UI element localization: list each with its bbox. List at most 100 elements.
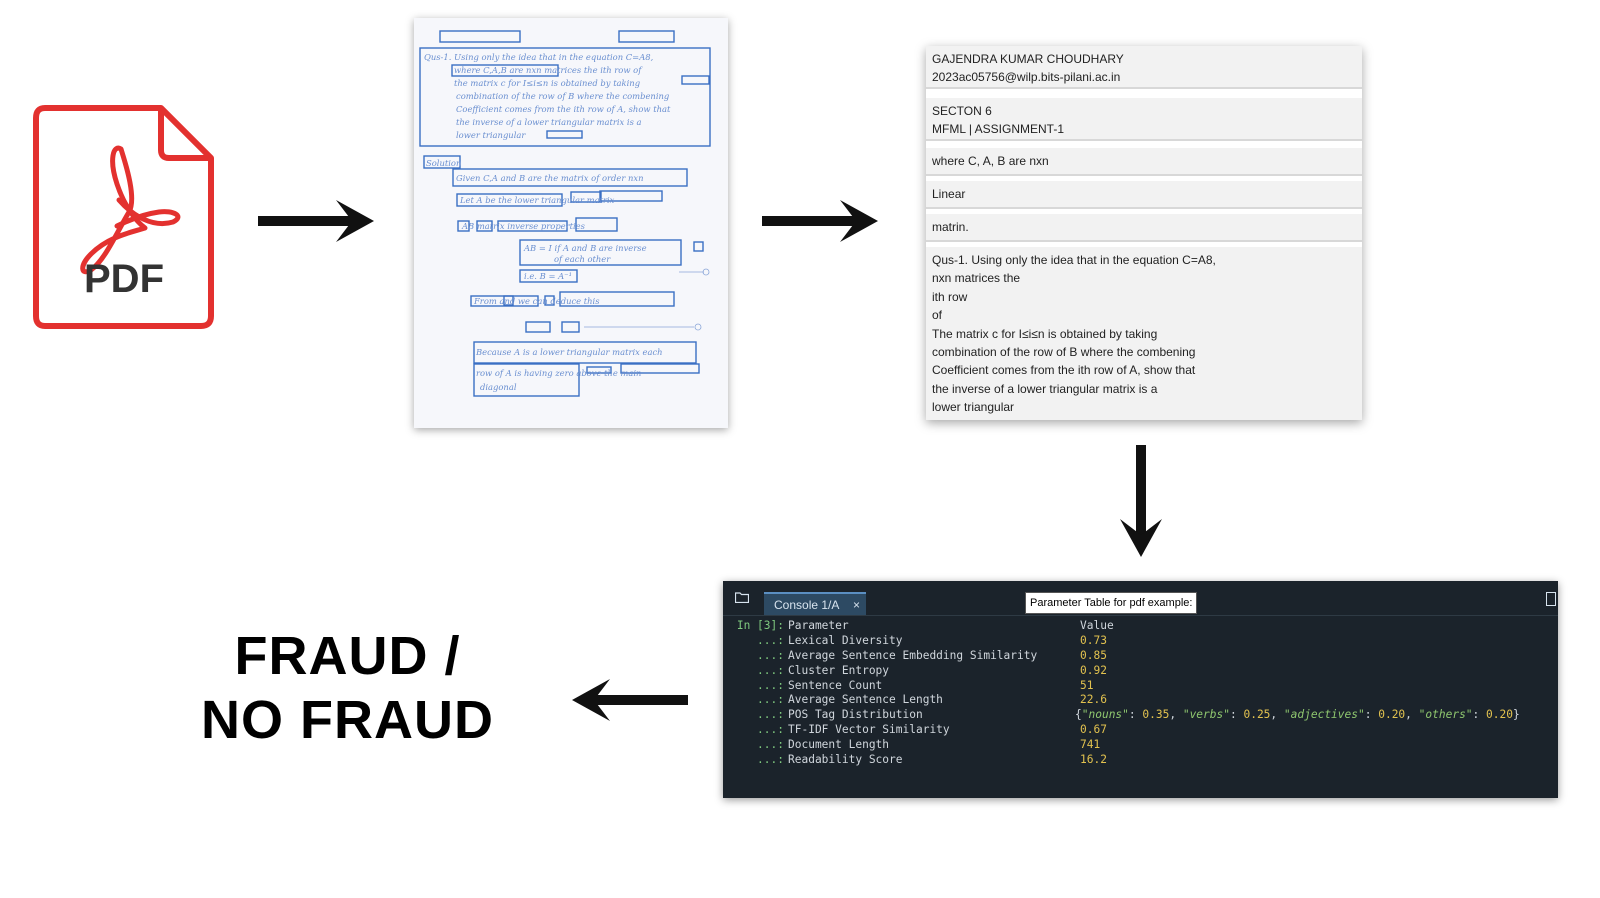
parameter-name: Cluster Entropy: [788, 663, 890, 677]
svg-text:lower triangular: lower triangular: [456, 130, 526, 140]
extracted-line: lower triangular: [932, 400, 1015, 415]
dict-value: 0.35: [1142, 708, 1170, 722]
fraud-verdict-label: FRAUD / NO FRAUD: [170, 624, 525, 752]
close-icon[interactable]: ×: [853, 594, 860, 617]
table-row: ...: Cluster Entropy 0.92: [728, 663, 1107, 679]
console-output: In [3]: Parameter Value ...: Lexical Div…: [728, 619, 1520, 768]
table-row: ...: TF-IDF Vector Similarity 0.67: [728, 723, 1107, 738]
table-row: ...: Sentence Count 51: [728, 678, 1093, 694]
parameter-name: Document Length: [788, 738, 890, 752]
extracted-block-fragment: Linear: [926, 181, 1362, 209]
dict-key: "adjectives": [1283, 708, 1365, 722]
continuation-prompt: ...:: [757, 678, 784, 692]
dict-key: "verbs": [1182, 708, 1230, 722]
extracted-line: nxn matrices the: [932, 271, 1021, 286]
dict-key: "nouns": [1081, 708, 1129, 722]
table-row: ...: Average Sentence Embedding Similari…: [728, 648, 1107, 664]
continuation-prompt: ...:: [757, 753, 784, 767]
console-panel: Console 1/A × Parameter Table for pdf ex…: [723, 581, 1558, 798]
parameter-value: 741: [1080, 738, 1101, 752]
svg-text:From and we can deduce thi: From and we can deduce this: [473, 296, 600, 306]
arrow-left: [572, 679, 688, 721]
arrow-right-2: [762, 200, 878, 242]
svg-text:the inverse of a lower triangu: the inverse of a lower triangular matrix…: [456, 117, 642, 127]
table-row: ...: Lexical Diversity 0.73: [728, 633, 1107, 649]
extracted-block-fragment: matrin.: [926, 214, 1362, 242]
input-prompt: In [3]:: [736, 619, 784, 632]
extracted-line: SECTON 6: [932, 104, 992, 118]
svg-text:Solution: Solution: [426, 158, 461, 168]
pdf-label: PDF: [84, 257, 164, 301]
svg-text:diagonal: diagonal: [480, 382, 517, 392]
svg-text:AB matrix inverse properties: AB matrix inverse properties: [461, 221, 586, 231]
svg-text:where C,A,B are nxn matrices: where C,A,B are nxn matrices the ith row…: [454, 65, 643, 75]
verdict-line-2: NO FRAUD: [201, 690, 494, 750]
extracted-line: GAJENDRA KUMAR CHOUDHARY: [932, 52, 1124, 66]
document-icon[interactable]: [1546, 592, 1556, 606]
parameter-name: Average Sentence Length: [788, 693, 943, 707]
table-row: ...: Readability Score 16.2: [728, 753, 1107, 768]
arrow-right-1: [258, 200, 374, 242]
extracted-line: Coefficient comes from the ith row of A,…: [932, 363, 1196, 378]
dict-key: "others": [1418, 708, 1473, 722]
console-tab-label: Console 1/A: [774, 598, 840, 612]
continuation-prompt: ...:: [757, 663, 784, 677]
extracted-line: 2023ac05756@wilp.bits-pilani.ac.in: [932, 70, 1121, 85]
dict-value: 0.25: [1243, 708, 1271, 722]
table-row: ...: POS Tag Distribution {"nouns": 0.35…: [728, 708, 1520, 723]
pos-tag-distribution-value: {"nouns": 0.35, "verbs": 0.25, "adjectiv…: [1075, 708, 1520, 722]
svg-text:of each other: of each other: [554, 254, 611, 264]
extracted-line: where C, A, B are nxn: [932, 154, 1049, 168]
continuation-prompt: ...:: [757, 723, 784, 737]
parameter-name: TF-IDF Vector Similarity: [788, 723, 950, 737]
parameter-value: 51: [1080, 678, 1094, 692]
svg-text:Given C,A and B are the matrix: Given C,A and B are the matrix of order …: [456, 173, 644, 183]
console-tab[interactable]: Console 1/A ×: [764, 592, 866, 615]
continuation-prompt: ...:: [757, 708, 784, 722]
continuation-prompt: ...:: [757, 633, 784, 647]
extracted-line: The matrix c for I≤i≤n is obtained by ta…: [932, 326, 1158, 341]
extracted-line: MFML | ASSIGNMENT-1: [932, 122, 1065, 137]
continuation-prompt: ...:: [757, 648, 784, 662]
parameter-value: 22.6: [1080, 693, 1107, 707]
continuation-prompt: ...:: [757, 738, 784, 752]
extracted-line: of: [932, 308, 943, 323]
table-header-row: In [3]: Parameter Value: [728, 619, 1114, 634]
parameter-value: 0.92: [1080, 663, 1107, 677]
svg-text:i.e. B = A⁻¹: i.e. B = A⁻¹: [524, 271, 572, 281]
pdf-file-icon: PDF: [33, 104, 218, 331]
value-header: Value: [1080, 619, 1114, 632]
svg-text:combination of the row of B wh: combination of the row of B where the co…: [456, 91, 669, 101]
extracted-line: matrin.: [932, 220, 969, 234]
extracted-block-fragment: where C, A, B are nxn: [926, 148, 1362, 176]
extracted-block-question: Qus-1. Using only the idea that in the e…: [926, 247, 1362, 420]
parameter-value: 0.73: [1080, 633, 1107, 647]
svg-text:Let A be the lower triangular: Let A be the lower triangular matrix: [459, 195, 615, 205]
svg-text:Coefficient comes from the ith: Coefficient comes from the ith row of A,…: [456, 104, 671, 114]
extracted-line: Linear: [932, 187, 966, 201]
parameter-name: Readability Score: [788, 753, 903, 767]
parameter-value: 0.67: [1080, 723, 1107, 737]
arrow-down: [1120, 445, 1162, 557]
parameter-name: Average Sentence Embedding Similarity: [788, 648, 1038, 662]
scanned-handwritten-page: Qus-1. Using only the idea that in the e…: [414, 18, 728, 428]
svg-text:Because A is a lower triangula: Because A is a lower triangular matrix e…: [475, 347, 663, 357]
parameter-value: 0.85: [1080, 648, 1107, 662]
dict-value: 0.20: [1378, 708, 1406, 722]
extracted-line: Qus-1. Using only the idea that in the e…: [932, 253, 1216, 267]
parameter-name: Lexical Diversity: [788, 633, 903, 647]
svg-text:AB = I if A and B are inverse: AB = I if A and B are inverse: [523, 243, 647, 253]
parameter-value: 16.2: [1080, 753, 1107, 767]
console-tab-bar: Console 1/A × Parameter Table for pdf ex…: [723, 581, 1558, 616]
extracted-line: ith row: [932, 289, 968, 304]
table-row: ...: Average Sentence Length 22.6: [728, 693, 1107, 708]
dict-value: 0.20: [1486, 708, 1513, 722]
continuation-prompt: ...:: [757, 693, 784, 707]
table-row: ...: Document Length 741: [728, 738, 1100, 753]
svg-text:row of A is having zero above: row of A is having zero above the main: [476, 368, 641, 378]
extracted-line: the inverse of a lower triangular matrix…: [932, 381, 1158, 396]
folder-icon[interactable]: [735, 592, 749, 603]
parameter-header: Parameter: [788, 619, 849, 632]
extracted-block-section: SECTON 6 MFML | ASSIGNMENT-1: [926, 98, 1362, 141]
svg-text:Qus-1. Using only the idea tha: Qus-1. Using only the idea that in the e…: [424, 52, 654, 62]
